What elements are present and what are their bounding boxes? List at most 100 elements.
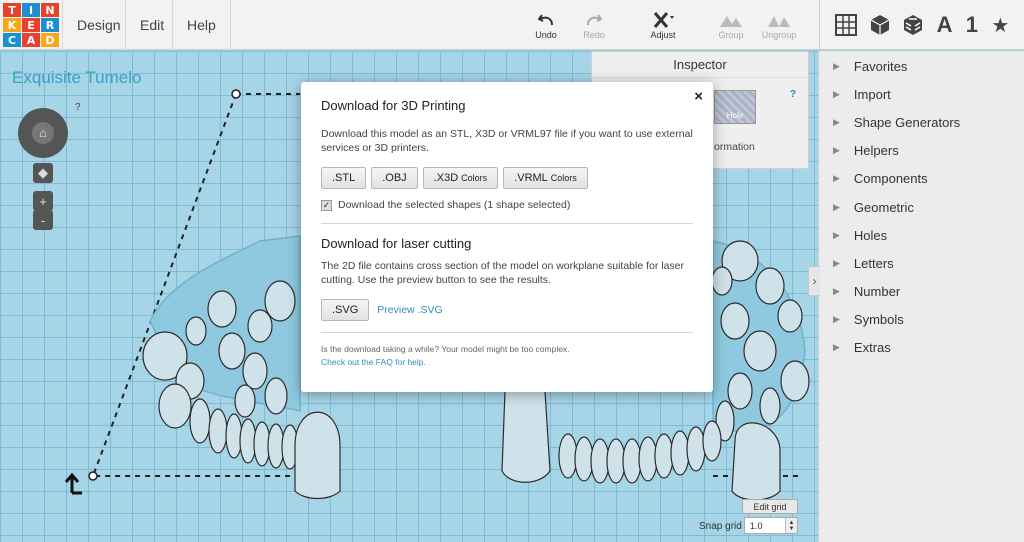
adjust-label: Adjust: [650, 30, 676, 40]
adjust-button[interactable]: Adjust: [641, 10, 685, 46]
sidebar-item-label: Helpers: [853, 143, 899, 159]
grid-view-icon[interactable]: [834, 14, 857, 36]
expand-arrow-icon: ▶: [833, 342, 840, 353]
group-label: Group: [718, 30, 744, 40]
sidebar-item-shape-generators[interactable]: ▶ Shape Generators: [819, 108, 1024, 136]
textured-box-icon[interactable]: [903, 14, 923, 36]
sidebar-item-number[interactable]: ▶ Number: [819, 278, 1024, 306]
sidebar-item-holes[interactable]: ▶ Holes: [819, 221, 1024, 249]
sidebar-item-label: Import: [853, 86, 891, 102]
hole-label: Hole: [726, 111, 744, 120]
logo-letter: N: [41, 3, 59, 17]
stepper-icon[interactable]: ▲ ▼: [785, 518, 797, 533]
hole-swatch[interactable]: Hole: [714, 90, 756, 124]
menu-design[interactable]: Design: [62, 0, 135, 50]
sidebar-item-letters[interactable]: ▶ Letters: [819, 249, 1024, 277]
inspector-help-icon[interactable]: ?: [790, 89, 796, 100]
sidebar-item-label: Symbols: [853, 312, 904, 328]
redo-icon: [572, 10, 616, 30]
tinkercad-logo[interactable]: T I N K E R C A D: [3, 3, 59, 47]
x3d-sublabel: Colors: [461, 173, 488, 183]
preview-svg-link[interactable]: Preview .SVG: [377, 304, 442, 316]
expand-arrow-icon: ▶: [833, 116, 840, 127]
expand-arrow-icon: ▶: [833, 257, 840, 268]
obj-button[interactable]: .OBJ: [371, 167, 418, 189]
ungroup-button[interactable]: Ungroup: [757, 10, 801, 46]
snap-grid-select[interactable]: 1.0 ▲ ▼: [744, 517, 798, 534]
sidebar-item-geometric[interactable]: ▶ Geometric: [819, 193, 1024, 221]
svg-button[interactable]: .SVG: [321, 299, 370, 321]
selected-shapes-checkbox[interactable]: ✓: [321, 199, 332, 211]
sidebar-item-helpers[interactable]: ▶ Helpers: [819, 137, 1024, 165]
laser-title: Download for laser cutting: [321, 236, 472, 251]
selected-shapes-checkbox-row[interactable]: ✓ Download the selected shapes (1 shape …: [321, 199, 693, 211]
home-view-icon[interactable]: ⌂: [32, 122, 54, 144]
expand-arrow-icon: ▶: [833, 229, 840, 240]
obj-label: .OBJ: [382, 172, 407, 184]
sidebar-item-label: Extras: [853, 340, 891, 356]
text-tool-icon[interactable]: A: [937, 12, 953, 38]
dialog-title: Download for 3D Printing: [321, 98, 466, 113]
group-icon: [709, 10, 753, 30]
snap-grid-value: 1.0: [750, 520, 763, 531]
box-view-icon[interactable]: [870, 14, 890, 36]
orbit-control[interactable]: ⌂: [18, 108, 68, 158]
expand-arrow-icon: ▶: [833, 173, 840, 184]
sidebar-item-symbols[interactable]: ▶ Symbols: [819, 306, 1024, 334]
redo-label: Redo: [583, 30, 605, 40]
close-icon[interactable]: ×: [694, 88, 703, 105]
logo-letter: T: [3, 3, 21, 17]
undo-button[interactable]: Undo: [524, 10, 568, 46]
laser-description: The 2D file contains cross section of th…: [321, 260, 685, 286]
sidebar-item-label: Letters: [853, 255, 894, 271]
sidebar-item-label: Holes: [853, 227, 888, 243]
inspector-title: Inspector: [592, 52, 808, 78]
divider: [321, 223, 693, 224]
expand-arrow-icon: ▶: [833, 201, 840, 212]
menu-help[interactable]: Help: [172, 0, 231, 50]
number-tool-icon[interactable]: 1: [966, 12, 978, 38]
collapse-panel-tab[interactable]: ›: [808, 266, 820, 296]
sidebar-item-components[interactable]: ▶ Components: [819, 165, 1024, 193]
nav-help-icon[interactable]: ?: [75, 102, 81, 113]
logo-letter: E: [22, 18, 40, 32]
faq-link[interactable]: Check out the FAQ for help.: [321, 357, 426, 367]
dialog-description: Download this model as an STL, X3D or VR…: [321, 128, 693, 154]
divider: [321, 332, 693, 333]
menu-edit[interactable]: Edit: [125, 0, 178, 50]
edit-grid-button[interactable]: Edit grid: [742, 499, 798, 514]
redo-button[interactable]: Redo: [572, 10, 616, 46]
vrml-button[interactable]: .VRML Colors: [503, 167, 588, 189]
logo-letter: I: [22, 3, 40, 17]
zoom-in-button[interactable]: +: [33, 191, 53, 211]
model-shapes-middle: [501, 390, 706, 484]
x3d-button[interactable]: .X3D Colors: [422, 167, 499, 189]
top-bar: T I N K E R C A D Design Edit Help Undo …: [0, 0, 1024, 50]
sidebar-item-label: Favorites: [853, 58, 908, 74]
plane-corner-handle: [88, 471, 98, 481]
star-icon[interactable]: ★: [991, 13, 1009, 38]
checkbox-label: Download the selected shapes (1 shape se…: [338, 199, 571, 211]
x3d-label: .X3D: [433, 172, 459, 184]
sidebar-item-favorites[interactable]: ▶ Favorites: [819, 52, 1024, 80]
sidebar-item-extras[interactable]: ▶ Extras: [819, 334, 1024, 362]
zoom-out-button[interactable]: -: [33, 210, 53, 230]
ungroup-label: Ungroup: [761, 30, 797, 40]
download-dialog: × Download for 3D Printing Download this…: [301, 82, 713, 392]
adjust-icon: [641, 10, 685, 30]
logo-letter: K: [3, 18, 21, 32]
design-name[interactable]: Exquisite Tumelo: [12, 68, 141, 88]
group-button[interactable]: Group: [709, 10, 753, 46]
expand-arrow-icon: ▶: [833, 88, 840, 99]
sidebar-item-label: Components: [853, 171, 928, 187]
logo-letter: C: [3, 33, 21, 47]
stl-button[interactable]: .STL: [321, 167, 367, 189]
sidebar-item-import[interactable]: ▶ Import: [819, 80, 1024, 108]
expand-arrow-icon: ▶: [833, 314, 840, 325]
sidebar-item-label: Geometric: [853, 199, 914, 215]
complexity-note: Is the download taking a while? Your mod…: [321, 344, 570, 354]
chevron-right-icon: ›: [812, 274, 817, 288]
sidebar-item-label: Number: [853, 284, 901, 300]
logo-letter: R: [41, 18, 59, 32]
view-cube-icon[interactable]: ◆: [33, 163, 53, 183]
